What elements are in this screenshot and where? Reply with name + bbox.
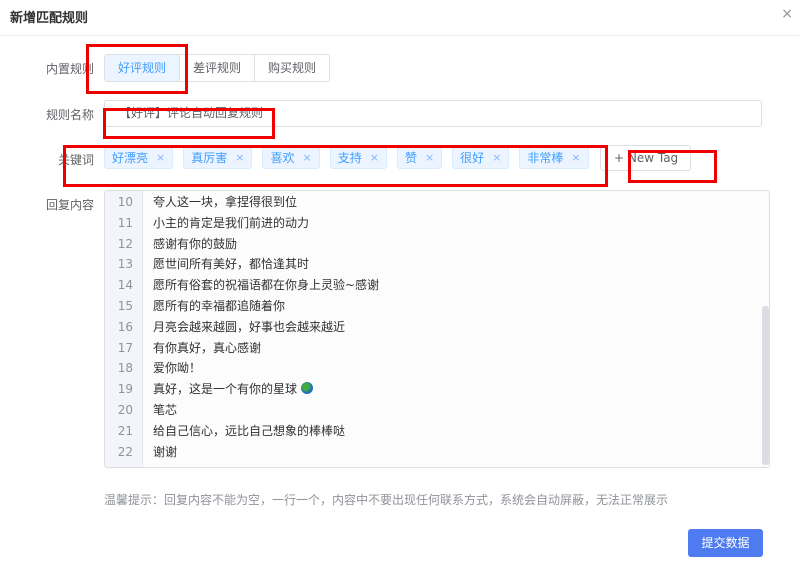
- tag-close-icon[interactable]: ×: [492, 148, 501, 168]
- hint-text: 温馨提示：回复内容不能为空，一行一个，内容中不要出现任何联系方式，系统会自动屏蔽…: [104, 493, 669, 507]
- line-text: 感谢有你的鼓励: [153, 236, 238, 251]
- tag-close-icon[interactable]: ×: [302, 148, 311, 168]
- line-number: 21: [117, 423, 133, 438]
- keyword-tag: 支持 ×: [329, 147, 387, 169]
- new-tag-button[interactable]: + New Tag: [600, 145, 691, 171]
- line-text: 谢谢: [153, 444, 178, 459]
- keywords-label: 关键词: [57, 153, 94, 167]
- tag-close-icon[interactable]: ×: [571, 148, 580, 168]
- tag-close-icon[interactable]: ×: [156, 148, 165, 168]
- line-text: 真好，这是一个有你的星球: [153, 382, 298, 397]
- line-text: 月亮会越来越圆，好事也会越来越近: [153, 319, 346, 334]
- line-number: 10: [117, 195, 133, 209]
- globe-emoji-icon: [300, 382, 313, 395]
- line-number: 20: [117, 403, 133, 417]
- line-number: 13: [117, 257, 133, 272]
- tag-label: 好漂亮: [112, 151, 149, 165]
- tag-label: 非常棒: [527, 151, 564, 165]
- reply-content-editor[interactable]: 10 夸人这一块，拿捏得很到位 11 小主的肯定是我们前进的动力 12 感谢有你的鼓励 13…: [104, 190, 770, 468]
- line-text: 有你真好，真心感谢: [153, 340, 262, 355]
- option-bad-review[interactable]: 差评规则: [179, 55, 254, 81]
- option-good-review[interactable]: 好评规则: [105, 55, 180, 81]
- tag-close-icon[interactable]: ×: [425, 148, 434, 168]
- keyword-tag: 赞 ×: [396, 147, 443, 169]
- submit-button[interactable]: 提交数据: [688, 529, 763, 557]
- keyword-tag: 真厉害 ×: [183, 147, 253, 169]
- keyword-tag: 非常棒 ×: [519, 147, 589, 169]
- scrollbar-thumb[interactable]: [762, 306, 769, 465]
- tag-label: 很好: [460, 151, 485, 165]
- line-number: 14: [117, 278, 133, 293]
- line-number: 18: [117, 361, 133, 376]
- reply-content-label: 回复内容: [45, 198, 94, 212]
- keyword-tag: 喜欢 ×: [262, 147, 320, 169]
- line-text: 愿所有的幸福都追随着你: [153, 299, 286, 313]
- line-text: 小主的肯定是我们前进的动力: [153, 215, 310, 230]
- keyword-tag: 好漂亮 ×: [104, 147, 174, 169]
- line-text: 笔芯: [153, 403, 178, 417]
- option-purchase[interactable]: 购买规则: [254, 55, 329, 81]
- builtin-rule-selector: 好评规则 差评规则 购买规则: [104, 54, 331, 82]
- line-number: 19: [117, 382, 133, 397]
- rule-name-input[interactable]: 【好评】评论自动回复规则: [104, 100, 762, 127]
- close-icon[interactable]: ×: [781, 6, 793, 22]
- tag-close-icon[interactable]: ×: [370, 148, 379, 168]
- line-number: 15: [117, 299, 133, 313]
- line-number: 16: [117, 319, 133, 334]
- tag-label: 喜欢: [270, 151, 295, 165]
- line-text: 夸人这一块，拿捏得很到位: [153, 195, 298, 209]
- dialog-title: 新增匹配规则: [10, 11, 89, 26]
- line-number: 11: [117, 215, 133, 230]
- line-text: 愿世间所有美好，都恰逢其时: [153, 257, 310, 272]
- line-text: 愿所有俗套的祝福语都在你身上灵验~感谢: [153, 278, 380, 293]
- keyword-tag: 很好 ×: [452, 147, 510, 169]
- divider: [0, 35, 799, 36]
- line-number: 12: [117, 236, 133, 251]
- rule-name-label: 规则名称: [45, 108, 94, 122]
- line-text: 给自己信心，远比自己想象的棒棒哒: [153, 423, 346, 438]
- tag-label: 真厉害: [191, 151, 228, 165]
- line-number: 17: [117, 340, 133, 355]
- keyword-tags: 好漂亮 × 真厉害 × 喜欢 × 支持 × 赞 × 很好 × 非常棒 ×: [104, 147, 589, 169]
- builtin-rule-label: 内置规则: [45, 62, 94, 76]
- tag-close-icon[interactable]: ×: [235, 148, 244, 168]
- tag-label: 支持: [337, 151, 362, 165]
- tag-label: 赞: [404, 151, 417, 165]
- line-number: 22: [117, 444, 133, 459]
- line-text: 爱你呦！: [153, 361, 202, 376]
